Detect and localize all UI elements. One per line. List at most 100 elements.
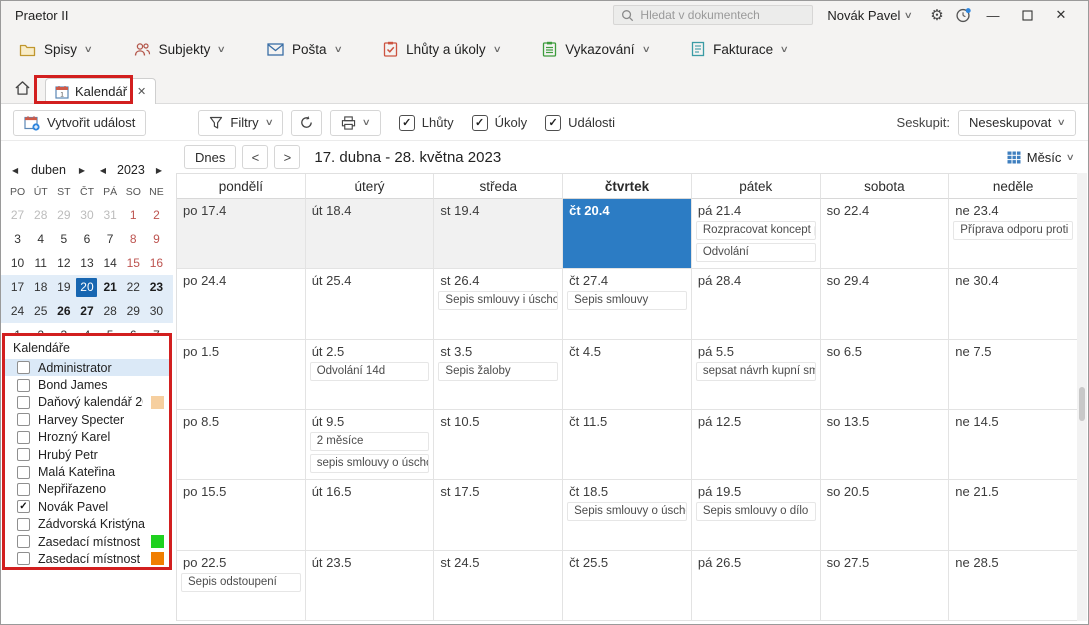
day-cell[interactable]: ne 7.5 [949,340,1078,410]
calendar-list-item[interactable]: Zádvorská Kristýna [5,516,169,533]
tab-close-icon[interactable]: ✕ [137,85,146,98]
day-cell[interactable]: út 2.5Odvolání 14d [306,340,435,410]
prev-year-icon[interactable]: ◀ [97,166,109,175]
mini-day-cell[interactable]: 1 [122,203,145,227]
day-cell[interactable]: ne 23.4Příprava odporu proti pla [949,199,1078,269]
day-cell[interactable]: ne 14.5 [949,410,1078,480]
day-cell[interactable]: ne 30.4 [949,269,1078,339]
prev-month-icon[interactable]: ◀ [9,166,21,175]
calendar-checkbox[interactable] [17,483,30,496]
create-event-button[interactable]: Vytvořit událost [13,110,146,136]
menu-item-fakturace[interactable]: Fakturace∨ [691,41,788,57]
mini-day-cell[interactable]: 22 [122,275,145,299]
day-cell[interactable]: st 26.4Sepis smlouvy i úschově [434,269,563,339]
scrollbar-thumb[interactable] [1079,387,1085,421]
vertical-scrollbar[interactable] [1077,173,1087,621]
next-button[interactable]: > [274,145,300,169]
day-cell[interactable]: so 13.5 [821,410,950,480]
close-button[interactable]: ✕ [1044,3,1078,27]
day-cell[interactable]: so 29.4 [821,269,950,339]
day-cell[interactable]: út 18.4 [306,199,435,269]
checkbox-lh-ty[interactable]: ✓Lhůty [399,115,454,131]
day-cell[interactable]: pá 21.4Rozpracovat koncept podáOdvolání [692,199,821,269]
calendar-list-item[interactable]: Zasedací místnost Med [5,550,169,567]
calendar-checkbox[interactable] [17,431,30,444]
mini-day-cell[interactable]: 23 [145,275,168,299]
day-cell[interactable]: ne 21.5 [949,480,1078,550]
calendar-list-item[interactable]: Malá Kateřina [5,463,169,480]
refresh-button[interactable] [291,110,322,136]
event-item[interactable]: sepsat návrh kupní smlouvy [696,362,816,381]
calendar-list-item[interactable]: Nepřiřazeno [5,481,169,498]
mini-day-cell[interactable]: 28 [99,299,122,323]
minimize-button[interactable]: — [976,3,1010,27]
mini-day-cell[interactable]: 28 [29,203,52,227]
event-item[interactable]: 2 měsíce [310,432,430,451]
day-cell[interactable]: pá 26.5 [692,551,821,621]
day-cell[interactable]: st 17.5 [434,480,563,550]
event-item[interactable]: Příprava odporu proti pla [953,221,1073,240]
day-cell[interactable]: čt 11.5 [563,410,692,480]
checkbox--koly[interactable]: ✓Úkoly [472,115,528,131]
mini-day-cell[interactable]: 29 [52,203,75,227]
settings-gear-icon[interactable]: ⚙ [924,4,950,26]
event-item[interactable]: Odvolání 14d [310,362,430,381]
mini-day-cell[interactable]: 31 [99,203,122,227]
mini-day-cell[interactable]: 13 [75,251,98,275]
day-cell[interactable]: čt 25.5 [563,551,692,621]
calendar-checkbox[interactable] [17,361,30,374]
day-cell[interactable]: út 16.5 [306,480,435,550]
day-cell[interactable]: st 19.4 [434,199,563,269]
day-cell[interactable]: po 8.5 [177,410,306,480]
event-item[interactable]: sepis smlouvy o úschově [310,454,430,473]
calendar-checkbox[interactable] [17,379,30,392]
mini-day-cell[interactable]: 14 [99,251,122,275]
day-cell[interactable]: st 10.5 [434,410,563,480]
mini-day-cell[interactable]: 20 [75,275,98,299]
user-menu[interactable]: Novák Pavel ∨ [827,8,912,23]
calendar-checkbox[interactable] [17,535,30,548]
mini-day-cell[interactable]: 11 [29,251,52,275]
day-cell[interactable]: po 1.5 [177,340,306,410]
mini-day-cell[interactable]: 8 [122,227,145,251]
event-item[interactable]: Sepis smlouvy o dílo [696,502,816,521]
calendar-list-item[interactable]: Administrator [5,359,169,376]
menu-item-spisy[interactable]: Spisy∨ [19,42,92,57]
day-cell[interactable]: so 22.4 [821,199,950,269]
calendar-list-item[interactable]: ✓Novák Pavel [5,498,169,515]
print-dropdown[interactable]: ∨ [330,110,381,136]
mini-day-cell[interactable]: 30 [75,203,98,227]
day-cell[interactable]: ne 28.5 [949,551,1078,621]
mini-day-cell[interactable]: 17 [6,275,29,299]
mini-day-cell[interactable]: 27 [75,299,98,323]
calendar-list-item[interactable]: Hrubý Petr [5,446,169,463]
day-cell[interactable]: út 23.5 [306,551,435,621]
calendar-checkbox[interactable] [17,466,30,479]
day-cell[interactable]: pá 19.5Sepis smlouvy o dílo [692,480,821,550]
mini-day-cell[interactable]: 9 [145,227,168,251]
search-input[interactable]: Hledat v dokumentech [613,5,813,25]
event-item[interactable]: Sepis žaloby [438,362,558,381]
day-cell[interactable]: st 3.5Sepis žaloby [434,340,563,410]
day-cell[interactable]: čt 27.4Sepis smlouvy [563,269,692,339]
event-item[interactable]: Sepis odstoupení [181,573,301,592]
mini-day-cell[interactable]: 3 [6,227,29,251]
today-button[interactable]: Dnes [184,145,236,169]
event-item[interactable]: Rozpracovat koncept podá [696,221,816,240]
day-cell[interactable]: po 24.4 [177,269,306,339]
view-selector[interactable]: Měsíc ∨ [1007,150,1074,165]
mini-day-cell[interactable]: 10 [6,251,29,275]
day-cell[interactable]: út 25.4 [306,269,435,339]
mini-day-cell[interactable]: 30 [145,299,168,323]
calendar-checkbox[interactable]: ✓ [17,500,30,513]
calendar-list-item[interactable]: Harvey Specter [5,411,169,428]
mini-day-cell[interactable]: 5 [52,227,75,251]
mini-day-cell[interactable]: 21 [99,275,122,299]
mini-day-cell[interactable]: 4 [29,227,52,251]
day-cell[interactable]: st 24.5 [434,551,563,621]
mini-day-cell[interactable]: 16 [145,251,168,275]
day-cell[interactable]: so 6.5 [821,340,950,410]
calendar-checkbox[interactable] [17,552,30,565]
next-year-icon[interactable]: ▶ [153,166,165,175]
calendar-checkbox[interactable] [17,413,30,426]
